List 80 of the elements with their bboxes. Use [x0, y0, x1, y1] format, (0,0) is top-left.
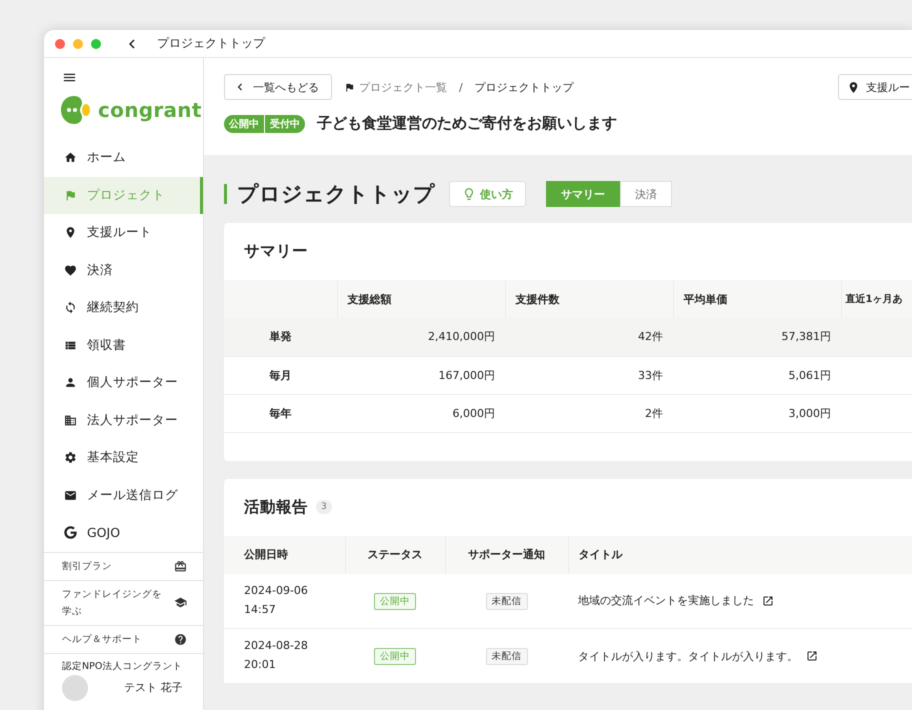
avatar [62, 674, 88, 701]
external-link-icon [806, 650, 818, 662]
logo-text: congrant [98, 98, 202, 122]
date-text: 2024-09-06 14:57 [244, 583, 309, 618]
table-cell: 167,000円 [337, 356, 505, 394]
nav-item[interactable]: 基本設定 [44, 439, 203, 476]
column-header: 平均単価 [673, 280, 841, 318]
location-pin-icon [847, 80, 860, 94]
help-icon [174, 632, 187, 646]
person-icon [64, 376, 77, 390]
table-cell: 57,381円 [673, 318, 841, 356]
sidebar-link[interactable]: ヘルプ＆サポート [44, 624, 203, 653]
nav-item[interactable]: 領収書 [44, 326, 203, 364]
column-header: 支援総額 [337, 280, 505, 318]
sync-icon [64, 301, 77, 314]
column-header: 直近1ヶ月あ [841, 280, 912, 318]
status-badge: 公開中 [374, 592, 416, 610]
route-button[interactable]: 支援ルー [838, 74, 912, 100]
notification-badge: 未配信 [486, 648, 528, 665]
letter-g-icon [64, 526, 77, 540]
notification-badge: 未配信 [486, 592, 528, 610]
breadcrumb-link[interactable]: プロジェクト一覧 [344, 80, 447, 94]
nav-item[interactable]: 継続契約 [44, 289, 203, 326]
row-label: 毎年 [224, 394, 337, 432]
project-title: 子ども食堂運営のためご寄付をお願いします [317, 114, 617, 133]
report-title-link[interactable]: 地域の交流イベントを実施しました [578, 593, 774, 608]
flag-icon [64, 188, 77, 202]
table-cell: 42件 [505, 318, 673, 356]
column-header: タイトル [568, 536, 912, 574]
building-icon [64, 414, 77, 427]
list-icon [64, 338, 77, 352]
row-label: 単発 [224, 318, 337, 356]
user-name: テスト 花子 [124, 680, 182, 696]
date-text: 2024-08-28 20:01 [244, 638, 309, 673]
table-cell: 33件 [505, 356, 673, 394]
card-title: 活動報告 [244, 496, 308, 518]
flag-icon [344, 82, 355, 92]
column-header: ステータス [345, 536, 445, 574]
heart-icon [64, 264, 77, 277]
settings-icon [64, 451, 77, 464]
count-badge: 3 [316, 500, 332, 514]
table-cell: 6,000円 [337, 394, 505, 432]
window-title: プロジェクトトップ [157, 35, 265, 52]
table-cell: 3,000円 [673, 394, 841, 432]
breadcrumb-link[interactable]: プロジェクトトップ [474, 80, 574, 94]
home-icon [64, 151, 77, 164]
lightbulb-icon [462, 187, 476, 201]
graduation-cap-icon [174, 596, 187, 610]
breadcrumb-separator: / [459, 80, 463, 94]
page-heading: プロジェクトトップ [224, 184, 435, 204]
card-title: サマリー [244, 241, 308, 262]
external-link-icon [762, 594, 774, 607]
table-cell: 5,061円 [673, 356, 841, 394]
table-cell: 2件 [505, 394, 673, 432]
nav-item[interactable]: 決済 [44, 252, 203, 289]
back-button[interactable]: 一覧へもどる [224, 74, 332, 100]
minimize-icon[interactable] [73, 38, 83, 48]
nav-item[interactable]: 個人サポーター [44, 364, 203, 402]
nav-item[interactable]: ホーム [44, 139, 203, 176]
maximize-icon[interactable] [91, 38, 101, 48]
gift-icon [174, 560, 187, 573]
mail-icon [64, 488, 77, 502]
close-icon[interactable] [55, 38, 65, 48]
row-label: 毎月 [224, 356, 337, 394]
sidebar-link[interactable]: ファンドレイジングを学ぶ [44, 580, 203, 625]
nav-item[interactable]: GOJO [44, 514, 203, 552]
sidebar-link[interactable]: 割引プラン [44, 552, 203, 580]
report-title-link[interactable]: タイトルが入ります。タイトルが入ります。 [578, 648, 818, 664]
status-badge: 公開中 [374, 648, 416, 665]
table-cell: 2,410,000円 [337, 318, 505, 356]
nav-item[interactable]: メール送信ログ [44, 476, 203, 514]
status-badge: 公開中 受付中 [224, 114, 305, 132]
column-header: 支援件数 [505, 280, 673, 318]
location-pin-icon [64, 226, 77, 240]
nav-item[interactable]: 法人サポーター [44, 402, 203, 439]
column-header: 公開日時 [224, 536, 345, 574]
tab[interactable]: 決済 [620, 181, 672, 207]
column-header: サポーター通知 [445, 536, 568, 574]
nav-item[interactable]: 支援ルート [44, 214, 203, 252]
organization-name: 認定NPO法人コングラント [62, 660, 184, 673]
